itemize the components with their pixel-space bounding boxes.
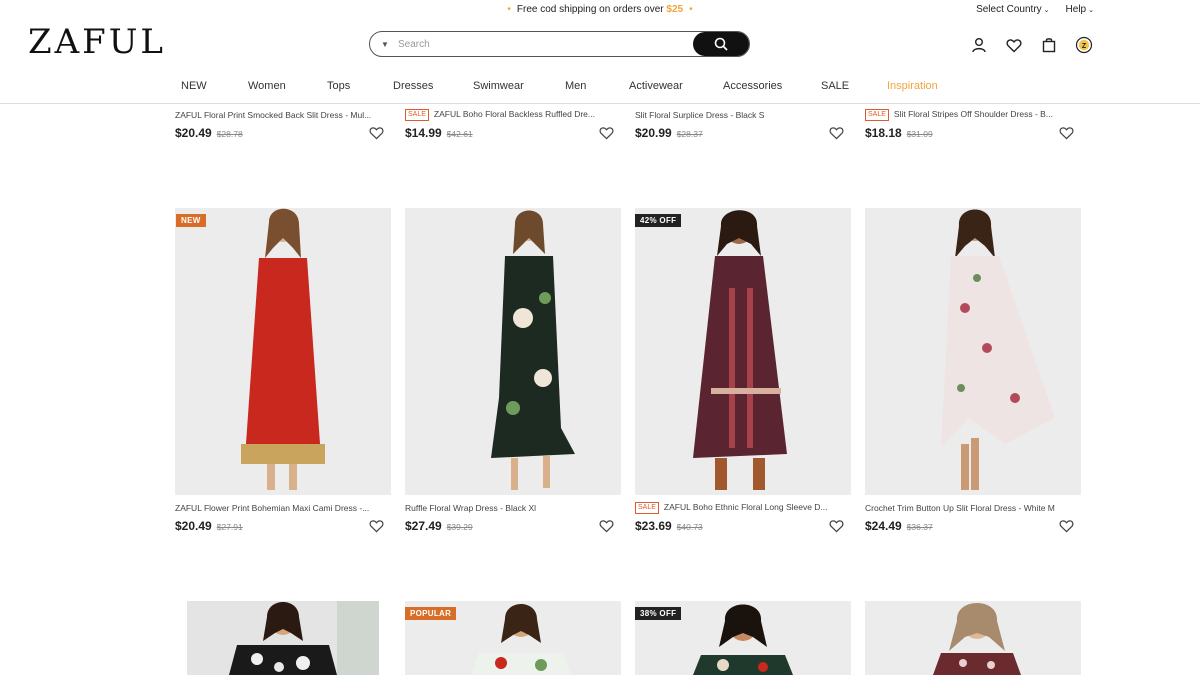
- product-image[interactable]: [405, 208, 621, 495]
- heart-icon[interactable]: [829, 126, 844, 140]
- product-image[interactable]: NEW: [175, 208, 391, 495]
- original-price: $31.09: [906, 129, 933, 139]
- original-price: $28.37: [676, 129, 703, 139]
- zaful-logo[interactable]: ZAFUL: [28, 22, 166, 62]
- original-price: $36.37: [906, 522, 933, 532]
- heart-icon[interactable]: [369, 519, 384, 533]
- heart-icon[interactable]: [829, 519, 844, 533]
- product-title[interactable]: SALE ZAFUL Boho Floral Backless Ruffled D…: [405, 109, 610, 121]
- search-bar: ▼: [369, 31, 750, 57]
- sale-tag: SALE: [405, 109, 429, 121]
- original-price: $40.73: [676, 522, 703, 532]
- nav-new[interactable]: NEW: [181, 80, 207, 92]
- promo-text: Free cod shipping on orders over: [516, 4, 664, 15]
- chevron-down-icon: ⌄: [1043, 7, 1050, 14]
- product-price: $20.49 $27.91: [175, 519, 243, 533]
- heart-icon[interactable]: [369, 126, 384, 140]
- bag-icon[interactable]: [1040, 36, 1058, 54]
- product-price: $23.69 $40.73: [635, 519, 703, 533]
- search-icon: [714, 37, 728, 51]
- product-price: $20.99 $28.37: [635, 126, 703, 140]
- model-illustration: [175, 208, 391, 495]
- product-price: $14.99 $42.61: [405, 126, 473, 140]
- nav-swimwear[interactable]: Swimwear: [473, 80, 524, 92]
- model-illustration: [635, 208, 851, 495]
- nav-men[interactable]: Men: [565, 80, 586, 92]
- discount-badge: 38% OFF: [635, 607, 682, 620]
- sale-tag: SALE: [635, 502, 659, 514]
- select-country-label: Select Country: [976, 4, 1042, 15]
- chevron-down-icon: ⌄: [1088, 7, 1094, 14]
- new-badge: NEW: [176, 214, 206, 227]
- top-bar: • Free cod shipping on orders over $25 • S…: [0, 0, 1200, 22]
- svg-text:Z: Z: [1082, 43, 1087, 50]
- product-image[interactable]: POPULAR: [405, 601, 621, 675]
- model-illustration: [865, 208, 1081, 495]
- promo-amount: $25: [666, 4, 684, 15]
- product-title[interactable]: SALE ZAFUL Boho Ethnic Floral Long Sleeve…: [635, 502, 840, 514]
- product-price: $18.18 $31.09: [865, 126, 933, 140]
- original-price: $39.29: [446, 522, 473, 532]
- nav-activewear[interactable]: Activewear: [629, 80, 683, 92]
- model-illustration: [405, 208, 621, 495]
- nav-women[interactable]: Women: [248, 80, 286, 92]
- nav-dresses[interactable]: Dresses: [393, 80, 433, 92]
- product-title[interactable]: Ruffle Floral Wrap Dress - Black Xl: [405, 503, 610, 513]
- help-link[interactable]: Help ⌄: [1066, 4, 1094, 15]
- select-country-link[interactable]: Select Country ⌄: [976, 4, 1049, 15]
- nav-accessories[interactable]: Accessories: [723, 80, 782, 92]
- zaful-coin-icon[interactable]: Z: [1075, 36, 1093, 54]
- product-price: $20.49 $28.78: [175, 126, 243, 140]
- original-price: $28.78: [216, 129, 243, 139]
- product-title[interactable]: ZAFUL Floral Print Smocked Back Slit Dre…: [175, 110, 380, 120]
- product-image[interactable]: 42% OFF: [635, 208, 851, 495]
- sale-tag: SALE: [865, 109, 889, 121]
- product-image[interactable]: 38% OFF: [635, 601, 851, 675]
- nav-tops[interactable]: Tops: [327, 80, 350, 92]
- user-icon[interactable]: [970, 36, 988, 54]
- popular-badge: POPULAR: [405, 607, 457, 620]
- product-image[interactable]: [865, 601, 1081, 675]
- original-price: $27.91: [216, 522, 243, 532]
- discount-badge: 42% OFF: [635, 214, 682, 227]
- chevron-down-icon[interactable]: ▼: [370, 40, 392, 49]
- model-illustration: [865, 601, 1081, 675]
- heart-icon[interactable]: [1005, 36, 1023, 54]
- heart-icon[interactable]: [599, 519, 614, 533]
- product-image[interactable]: [187, 601, 379, 675]
- heart-icon[interactable]: [1059, 519, 1074, 533]
- search-button[interactable]: [693, 32, 749, 56]
- product-price: $27.49 $39.29: [405, 519, 473, 533]
- heart-icon[interactable]: [599, 126, 614, 140]
- original-price: $42.61: [446, 129, 473, 139]
- product-title[interactable]: ZAFUL Flower Print Bohemian Maxi Cami Dr…: [175, 503, 380, 513]
- product-price: $24.49 $36.37: [865, 519, 933, 533]
- search-input[interactable]: [392, 38, 693, 50]
- product-image[interactable]: [865, 208, 1081, 495]
- product-title[interactable]: Crochet Trim Button Up Slit Floral Dress…: [865, 503, 1070, 513]
- nav-inspiration[interactable]: Inspiration: [887, 80, 938, 92]
- product-title[interactable]: SALE Slit Floral Stripes Off Shoulder Dre…: [865, 109, 1070, 121]
- nav-sale[interactable]: SALE: [821, 80, 849, 92]
- heart-icon[interactable]: [1059, 126, 1074, 140]
- help-label: Help: [1065, 4, 1087, 15]
- product-title[interactable]: Slit Floral Surplice Dress - Black S: [635, 110, 840, 120]
- model-illustration: [187, 601, 379, 675]
- main-nav: NEW Women Tops Dresses Swimwear Men Acti…: [0, 80, 1200, 104]
